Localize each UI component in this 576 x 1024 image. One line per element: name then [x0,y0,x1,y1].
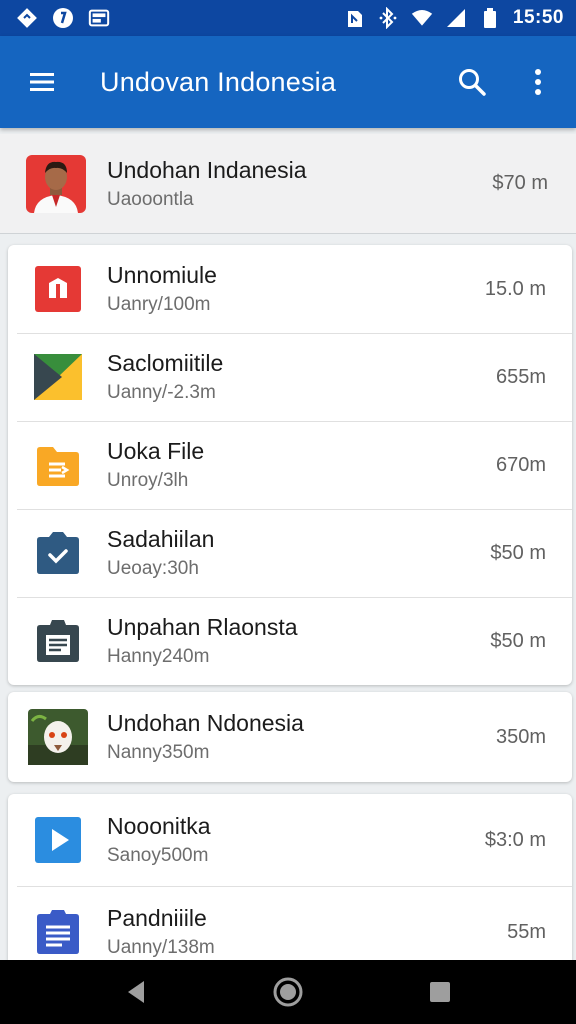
list-item[interactable]: Undohan Ndonesia Nanny350m 350m [8,692,572,782]
photo-thumbnail [28,708,88,766]
item-name: Nooonitka [107,813,211,839]
header-item-name: Undohan Indanesia [107,156,307,183]
back-icon[interactable] [112,968,160,1016]
play-blue-icon [32,814,84,866]
item-size: $50 m [490,541,546,564]
item-name: Unpahan Rlaonsta [107,614,298,640]
item-size: $3:0 m [484,828,546,851]
more-vert-icon[interactable] [518,62,558,102]
header-item-sub: Uaooontla [107,188,194,210]
navigation-bar [0,960,576,1024]
notification-diamond-icon [16,7,38,29]
item-sub: Nanny350m [107,742,210,763]
file-list-card: Unnomiule Uanry/100m 15.0 m Saclomiitile… [8,245,572,685]
list-item[interactable]: Sadahiilan Ueoay:30h $50 m [8,509,572,597]
item-size: 670m [495,453,546,476]
camera-blue-icon [32,527,84,579]
item-sub: Unroy/3lh [107,470,189,491]
item-sub: Hanny240m [107,646,210,667]
header-item-size: $70 m [492,172,548,194]
status-bar: 15:50 [0,0,576,36]
item-name: Saclomiitile [107,350,224,376]
file-red-icon [32,263,84,315]
item-sub: Uanry/100m [107,294,211,315]
item-name: Uoka File [107,438,205,464]
item-sub: Sanoy500m [107,845,209,866]
item-sub: Ueoay:30h [107,558,199,579]
battery-icon [479,7,501,29]
item-size: 655m [495,365,546,388]
photo-item-card: Undohan Ndonesia Nanny350m 350m [8,692,572,782]
status-time: 15:50 [512,7,564,28]
item-sub: Uanny/138m [107,937,215,958]
search-icon[interactable] [452,62,492,102]
notification-image-icon [88,7,110,29]
file-list-card-2: Nooonitka Sanoy500m $3:0 m Pandniiile Ua… [8,794,572,969]
app-bar: Undovan Indonesia [0,36,576,128]
item-name: Sadahiilan [107,526,215,552]
list-item[interactable]: Uoka File Unroy/3lh 670m [8,421,572,509]
bluetooth-icon [377,7,399,29]
list-item[interactable]: Saclomiitile Uanny/-2.3m 655m [8,333,572,421]
list-item[interactable]: Pandniiile Uanny/138m 55m [8,886,572,969]
item-name: Unnomiule [107,262,217,288]
item-name: Pandniiile [107,905,207,931]
menu-icon[interactable] [22,62,62,102]
nfc-icon [343,7,365,29]
recents-icon[interactable] [416,968,464,1016]
item-size: 15.0 m [484,277,546,300]
avatar [26,154,86,213]
list-item[interactable]: Unnomiule Uanry/100m 15.0 m [8,245,572,333]
clipboard-dark-icon [32,615,84,667]
wifi-icon [411,7,433,29]
item-size: 55m [507,920,546,943]
item-size: $50 m [490,629,546,652]
list-item[interactable]: Unpahan Rlaonsta Hanny240m $50 m [8,597,572,685]
notification-circle-icon [52,7,74,29]
header-list-item[interactable]: Undohan Indanesia Uaooontla $70 m [0,134,576,234]
slides-yellow-icon [32,351,84,403]
home-icon[interactable] [264,968,312,1016]
list-item[interactable]: Nooonitka Sanoy500m $3:0 m [8,794,572,886]
app-title: Undovan Indonesia [100,66,337,97]
folder-orange-icon [32,439,84,491]
item-sub: Uanny/-2.3m [107,382,216,403]
signal-icon [445,7,467,29]
item-size: 350m [495,725,546,748]
item-name: Undohan Ndonesia [107,710,304,736]
doc-blue-icon [32,906,84,958]
